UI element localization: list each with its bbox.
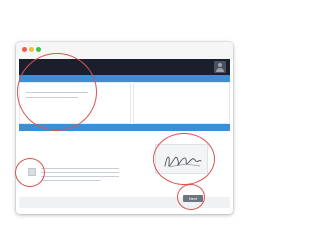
- highlight-circle-signature: [153, 133, 215, 185]
- user-icon[interactable]: [214, 61, 226, 73]
- agreement-text-line: [41, 180, 101, 181]
- minimize-icon[interactable]: [29, 47, 34, 52]
- user-icon-head: [218, 63, 222, 67]
- maximize-icon[interactable]: [36, 47, 41, 52]
- agreement-text-line: [41, 168, 119, 169]
- close-icon[interactable]: [22, 47, 27, 52]
- highlight-circle-next: [177, 184, 205, 210]
- highlight-circle-checkbox: [15, 158, 45, 187]
- info-panel-right: [133, 82, 230, 124]
- user-icon-body: [216, 68, 224, 72]
- agreement-text-line: [41, 172, 119, 173]
- highlight-circle-info: [17, 53, 97, 131]
- agreement-text-line: [41, 176, 119, 177]
